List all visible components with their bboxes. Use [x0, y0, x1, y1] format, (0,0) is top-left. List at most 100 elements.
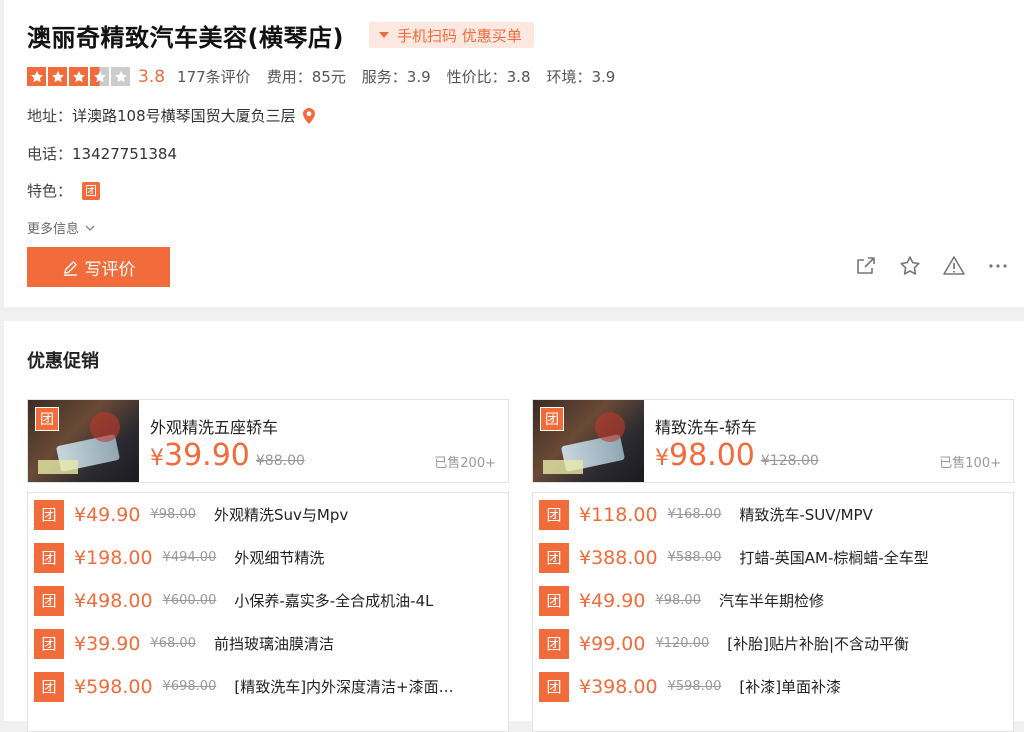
original-price: ¥128.00	[760, 453, 819, 469]
write-review-label: 写评价	[84, 259, 136, 279]
deal-price: ¥388.00	[579, 546, 658, 569]
more-button[interactable]	[986, 254, 1010, 278]
address-value: 详澳路108号横琴国贸大厦负三层	[72, 107, 296, 125]
deal-row[interactable]: 团 ¥388.00 ¥588.00 打蜡-英国AM-棕榈蜡-全车型	[533, 536, 1013, 579]
location-pin-icon[interactable]	[302, 107, 316, 124]
group-buy-badge: 团	[539, 628, 569, 659]
write-review-button[interactable]: 写评价	[27, 247, 170, 287]
scan-pay-button[interactable]: 手机扫码 优惠买单	[369, 22, 534, 48]
shop-name: 澳丽奇精致汽车美容(横琴店)	[27, 24, 344, 52]
deal-row[interactable]: 团 ¥118.00 ¥168.00 精致洗车-SUV/MPV	[533, 493, 1013, 536]
shop-header-panel: 澳丽奇精致汽车美容(横琴店) 手机扫码 优惠买单 3.8 177条评价 费用：8…	[4, 0, 1024, 307]
star-rating	[27, 67, 130, 86]
star-icon	[27, 67, 46, 86]
group-buy-badge: 团	[34, 628, 64, 659]
deal-price: ¥99.00	[579, 632, 646, 655]
deal-price: ¥49.90	[74, 503, 141, 526]
chevron-down-icon	[85, 225, 95, 231]
featured-deal-card[interactable]: 团 精致洗车-轿车 ¥ 98.00 ¥128.00 已售100+	[532, 399, 1014, 483]
deal-name: [补胎]贴片补胎|不含动平衡	[727, 635, 910, 653]
deal-name: 外观细节精洗	[234, 549, 325, 567]
group-buy-badge: 团	[35, 407, 59, 431]
more-info-label: 更多信息	[27, 222, 80, 237]
cost-per-person: 费用：85元	[266, 68, 346, 86]
deal-name: [精致洗车]内外深度清洁+漆面…	[234, 678, 454, 696]
deal-name: 外观精洗Suv与Mpv	[213, 506, 349, 524]
group-buy-badge: 团	[539, 585, 569, 616]
group-buy-badge: 团	[82, 181, 101, 200]
rating-row: 3.8 177条评价 费用：85元 服务：3.9 性价比：3.8 环境：3.9	[27, 66, 631, 87]
promotions-title: 优惠促销	[27, 351, 99, 372]
group-buy-badge: 团	[34, 585, 64, 616]
deal-name: 外观精洗五座轿车	[150, 418, 279, 437]
price-value: 98.00	[669, 438, 755, 473]
action-icons	[854, 254, 1010, 278]
star-icon	[90, 67, 109, 86]
group-buy-badge: 团	[34, 671, 64, 702]
deal-row[interactable]: 团 ¥49.90 ¥98.00 外观精洗Suv与Mpv	[28, 493, 508, 536]
deal-name: 精致洗车-SUV/MPV	[739, 506, 873, 524]
deal-price: ¥ 39.90 ¥88.00	[150, 438, 305, 473]
environment-score: 环境：3.9	[546, 68, 616, 86]
currency-symbol: ¥	[150, 446, 164, 471]
phone-line: 电话： 13427751384	[27, 143, 177, 164]
phone-label: 电话：	[27, 145, 73, 163]
price-value: 39.90	[164, 438, 250, 473]
deal-price: ¥118.00	[579, 503, 658, 526]
value-score: 性价比：3.8	[446, 68, 531, 86]
deal-name: [补漆]单面补漆	[739, 678, 842, 696]
group-buy-badge: 团	[34, 542, 64, 573]
original-price: ¥494.00	[162, 550, 217, 565]
deal-name: 汽车半年期检修	[718, 592, 824, 610]
deal-list-right: 团 ¥118.00 ¥168.00 精致洗车-SUV/MPV 团 ¥388.00…	[532, 492, 1014, 732]
triangle-down-icon	[379, 32, 389, 38]
address-label: 地址：	[27, 107, 73, 125]
rating-score: 3.8	[138, 66, 166, 87]
original-price: ¥600.00	[162, 593, 217, 608]
address-line: 地址： 详澳路108号横琴国贸大厦负三层	[27, 105, 316, 126]
group-buy-badge: 团	[539, 542, 569, 573]
deal-row[interactable]: 团 ¥398.00 ¥598.00 [补漆]单面补漆	[533, 665, 1013, 708]
original-price: ¥168.00	[667, 507, 722, 522]
original-price: ¥98.00	[655, 593, 701, 608]
phone-value: 13427751384	[72, 144, 177, 163]
sold-count: 已售100+	[939, 456, 1001, 471]
star-icon	[48, 67, 67, 86]
original-price: ¥120.00	[655, 636, 710, 651]
original-price: ¥588.00	[667, 550, 722, 565]
review-count[interactable]: 177条评价	[177, 66, 251, 87]
original-price: ¥98.00	[150, 507, 196, 522]
deal-row[interactable]: 团 ¥598.00 ¥698.00 [精致洗车]内外深度清洁+漆面…	[28, 665, 508, 708]
deal-row[interactable]: 团 ¥39.90 ¥68.00 前挡玻璃油膜清洁	[28, 622, 508, 665]
featured-deal-card[interactable]: 团 外观精洗五座轿车 ¥ 39.90 ¥88.00 已售200+	[27, 399, 509, 483]
warning-icon	[943, 256, 965, 275]
deal-name: 前挡玻璃油膜清洁	[213, 635, 334, 653]
deal-price: ¥598.00	[74, 675, 153, 698]
deal-row[interactable]: 团 ¥99.00 ¥120.00 [补胎]贴片补胎|不含动平衡	[533, 622, 1013, 665]
deal-list-left: 团 ¥49.90 ¥98.00 外观精洗Suv与Mpv 团 ¥198.00 ¥4…	[27, 492, 509, 732]
share-button[interactable]	[854, 254, 878, 278]
features-label: 特色：	[27, 182, 73, 200]
deal-price: ¥398.00	[579, 675, 658, 698]
more-info-toggle[interactable]: 更多信息	[27, 218, 95, 237]
deal-price: ¥49.90	[579, 589, 646, 612]
original-price: ¥88.00	[255, 453, 305, 469]
group-buy-badge: 团	[540, 407, 564, 431]
report-button[interactable]	[942, 254, 966, 278]
original-price: ¥598.00	[667, 679, 722, 694]
promotions-panel: 优惠促销 团 外观精洗五座轿车 ¥ 39.90 ¥88.00 已售200+ 团 …	[4, 321, 1024, 732]
pen-icon	[63, 260, 77, 276]
deal-name: 打蜡-英国AM-棕榈蜡-全车型	[739, 549, 929, 567]
service-score: 服务：3.9	[361, 68, 431, 86]
deal-name: 小保养-嘉实多-全合成机油-4L	[234, 592, 434, 610]
original-price: ¥698.00	[162, 679, 217, 694]
deal-row[interactable]: 团 ¥498.00 ¥600.00 小保养-嘉实多-全合成机油-4L	[28, 579, 508, 622]
deal-price: ¥ 98.00 ¥128.00	[655, 438, 819, 473]
favorite-button[interactable]	[898, 254, 922, 278]
group-buy-badge: 团	[539, 671, 569, 702]
share-icon	[857, 257, 875, 274]
deal-row[interactable]: 团 ¥198.00 ¥494.00 外观细节精洗	[28, 536, 508, 579]
deal-row[interactable]: 团 ¥49.90 ¥98.00 汽车半年期检修	[533, 579, 1013, 622]
favorite-star-icon	[900, 256, 920, 275]
original-price: ¥68.00	[150, 636, 196, 651]
